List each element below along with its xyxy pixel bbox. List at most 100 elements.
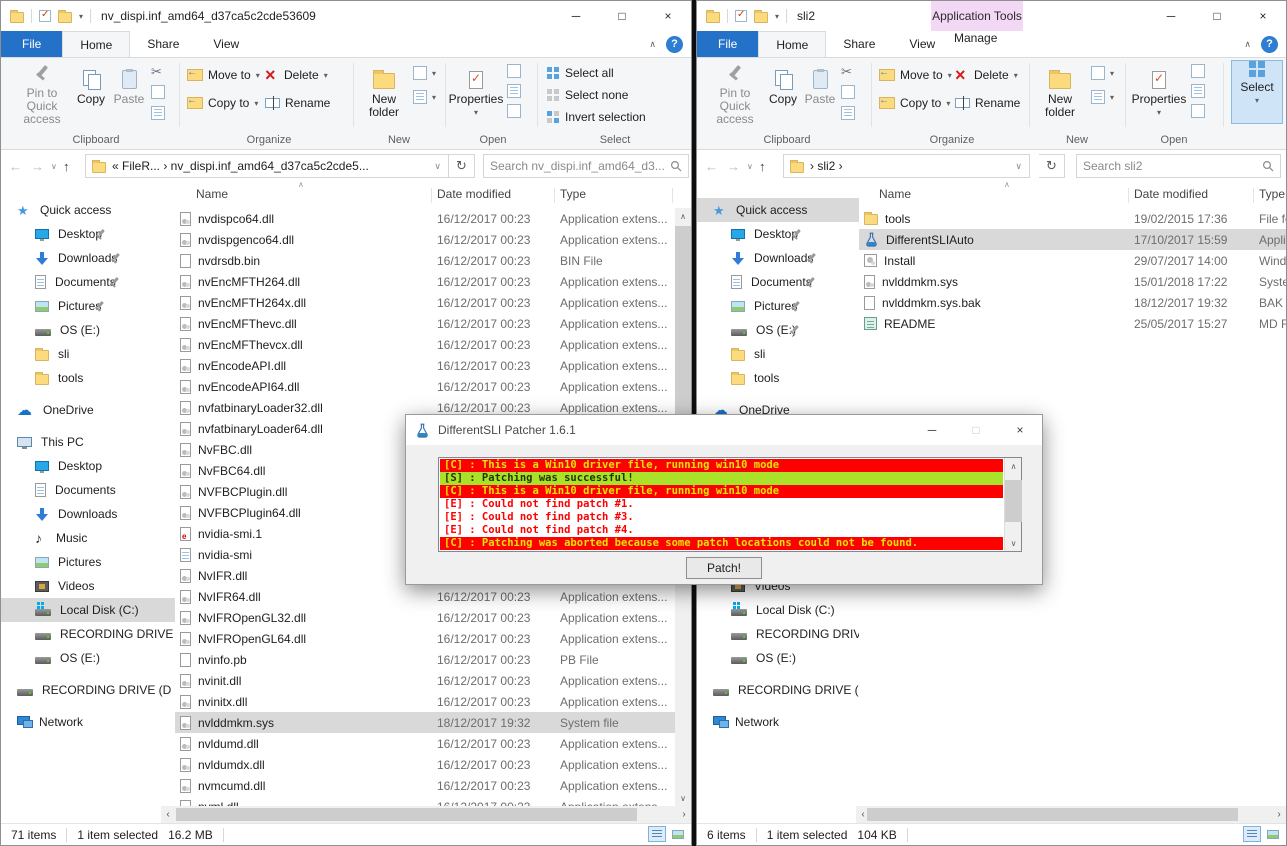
- search-icon[interactable]: [670, 160, 682, 172]
- address-box[interactable]: « FileR... › nv_dispi.inf_amd64_d37ca5c2…: [85, 154, 449, 178]
- address-box[interactable]: › sli2 › ∨: [783, 154, 1030, 178]
- file-row[interactable]: nvdrsdb.bin 16/12/2017 00:23 BIN File: [175, 250, 675, 271]
- file-row[interactable]: README 25/05/2017 15:27 MD Fi: [859, 313, 1286, 334]
- easy-access-icon[interactable]: [1091, 90, 1105, 104]
- sidebar-item[interactable]: tools: [1, 366, 175, 390]
- horizontal-scrollbar[interactable]: ‹ ›: [161, 806, 691, 823]
- file-row[interactable]: nvml.dll 16/12/2017 00:23 Application ex…: [175, 796, 675, 806]
- delete-button[interactable]: Delete▾: [265, 68, 328, 82]
- new-folder-icon[interactable]: [754, 12, 768, 23]
- close-button[interactable]: ×: [1240, 1, 1286, 31]
- new-item-icon[interactable]: [413, 66, 427, 80]
- minimize-button[interactable]: ─: [553, 1, 599, 31]
- new-item-icon[interactable]: [1091, 66, 1105, 80]
- open-icon[interactable]: [1191, 64, 1205, 78]
- minimize-button[interactable]: ─: [910, 415, 954, 445]
- search-input[interactable]: [1083, 159, 1262, 173]
- copy-to-button[interactable]: Copy to▾: [879, 96, 950, 110]
- paste-shortcut-icon[interactable]: [151, 106, 165, 120]
- select-none-button[interactable]: Select none: [547, 88, 628, 102]
- file-row[interactable]: nvmcumd.dll 16/12/2017 00:23 Application…: [175, 775, 675, 796]
- help-icon[interactable]: ?: [666, 36, 683, 53]
- scroll-down-icon[interactable]: ∨: [675, 790, 691, 806]
- application-tools-tab[interactable]: Application Tools: [931, 1, 1023, 31]
- close-button[interactable]: ×: [998, 415, 1042, 445]
- edit-icon[interactable]: [507, 84, 521, 98]
- folder-icon[interactable]: [10, 12, 24, 23]
- properties-check-icon[interactable]: [735, 10, 747, 22]
- sidebar-item[interactable]: Documents: [1, 478, 175, 502]
- copy-path-icon[interactable]: [151, 85, 165, 99]
- maximize-button[interactable]: □: [599, 1, 645, 31]
- sidebar-item[interactable]: Pictures: [1, 294, 175, 318]
- file-row[interactable]: nvdispgenco64.dll 16/12/2017 00:23 Appli…: [175, 229, 675, 250]
- folder-icon[interactable]: [706, 12, 720, 23]
- select-button[interactable]: Select ▾: [1231, 60, 1283, 124]
- move-to-button[interactable]: Move to▾: [879, 68, 952, 82]
- sidebar-item[interactable]: OneDrive: [1, 398, 175, 422]
- maximize-button[interactable]: □: [1194, 1, 1240, 31]
- thumbnail-view-button[interactable]: [669, 826, 687, 842]
- file-row[interactable]: nvinit.dll 16/12/2017 00:23 Application …: [175, 670, 675, 691]
- copy-to-button[interactable]: Copy to▾: [187, 96, 258, 110]
- copy-button[interactable]: Copy: [765, 60, 801, 126]
- file-row[interactable]: nvEncodeAPI64.dll 16/12/2017 00:23 Appli…: [175, 376, 675, 397]
- sidebar-item[interactable]: tools: [697, 366, 859, 390]
- tab-view[interactable]: View: [196, 31, 256, 57]
- select-all-button[interactable]: Select all: [547, 66, 614, 80]
- scroll-down-icon[interactable]: ∨: [1005, 535, 1022, 551]
- sidebar-item[interactable]: Quick access: [697, 198, 859, 222]
- open-icon[interactable]: [507, 64, 521, 78]
- paste-button[interactable]: Paste: [111, 60, 147, 126]
- properties-button[interactable]: Properties ▾: [1135, 60, 1183, 126]
- scrollbar-thumb[interactable]: [1005, 480, 1022, 522]
- file-row[interactable]: nvlddmkm.sys 18/12/2017 19:32 System fil…: [175, 712, 675, 733]
- collapse-ribbon-icon[interactable]: ∧: [649, 39, 656, 50]
- invert-selection-button[interactable]: Invert selection: [547, 110, 646, 124]
- file-row[interactable]: nvEncMFTH264.dll 16/12/2017 00:23 Applic…: [175, 271, 675, 292]
- tab-manage[interactable]: Manage: [937, 31, 1014, 45]
- history-icon[interactable]: [1191, 104, 1205, 118]
- file-row[interactable]: nvEncMFThevcx.dll 16/12/2017 00:23 Appli…: [175, 334, 675, 355]
- file-row[interactable]: NvIFR64.dll 16/12/2017 00:23 Application…: [175, 586, 675, 607]
- file-row[interactable]: tools 19/02/2015 17:36 File fo: [859, 208, 1286, 229]
- column-date-modified[interactable]: Date modified: [1134, 187, 1208, 201]
- sidebar-item[interactable]: Downloads: [1, 502, 175, 526]
- sidebar-item[interactable]: Desktop: [697, 222, 859, 246]
- new-folder-button[interactable]: New folder: [1037, 60, 1083, 126]
- scrollbar-thumb[interactable]: [176, 808, 637, 821]
- column-type[interactable]: Type: [560, 187, 586, 201]
- file-row[interactable]: NvIFROpenGL64.dll 16/12/2017 00:23 Appli…: [175, 628, 675, 649]
- sidebar-item[interactable]: sli: [1, 342, 175, 366]
- column-name[interactable]: Name: [879, 187, 911, 201]
- scroll-up-icon[interactable]: ∧: [675, 208, 691, 224]
- new-folder-button[interactable]: New folder: [361, 60, 407, 126]
- scrollbar-thumb[interactable]: [867, 808, 1238, 821]
- file-row[interactable]: nvlddmkm.sys 15/01/2018 17:22 Syste: [859, 271, 1286, 292]
- sidebar-item[interactable]: RECORDING DRIVE (D: [1, 678, 175, 702]
- file-row[interactable]: nvinitx.dll 16/12/2017 00:23 Application…: [175, 691, 675, 712]
- tab-file[interactable]: File: [697, 31, 758, 57]
- paste-button[interactable]: Paste: [803, 60, 837, 126]
- sidebar-item[interactable]: OS (E:): [697, 318, 859, 342]
- properties-check-icon[interactable]: [39, 10, 51, 22]
- column-name[interactable]: Name: [196, 187, 228, 201]
- search-icon[interactable]: [1262, 160, 1274, 172]
- sidebar-item[interactable]: OS (E:): [1, 646, 175, 670]
- details-view-button[interactable]: [648, 826, 666, 842]
- sidebar-item[interactable]: RECORDING DRIVE (D: [697, 678, 859, 702]
- tab-file[interactable]: File: [1, 31, 62, 57]
- edit-icon[interactable]: [1191, 84, 1205, 98]
- delete-button[interactable]: Delete▾: [955, 68, 1018, 82]
- collapse-ribbon-icon[interactable]: ∧: [1244, 39, 1251, 50]
- sidebar-item[interactable]: Network: [1, 710, 175, 734]
- sidebar-item[interactable]: Local Disk (C:): [697, 598, 859, 622]
- help-icon[interactable]: ?: [1261, 36, 1278, 53]
- thumbnail-view-button[interactable]: [1264, 826, 1282, 842]
- refresh-button[interactable]: ↻: [449, 154, 475, 178]
- sidebar-item[interactable]: Music: [1, 526, 175, 550]
- recent-locations-icon[interactable]: ∨: [747, 150, 753, 182]
- pin-to-quick-access-button[interactable]: Pin to Quick access: [707, 60, 763, 126]
- forward-button[interactable]: →: [727, 150, 740, 182]
- copy-button[interactable]: Copy: [73, 60, 109, 126]
